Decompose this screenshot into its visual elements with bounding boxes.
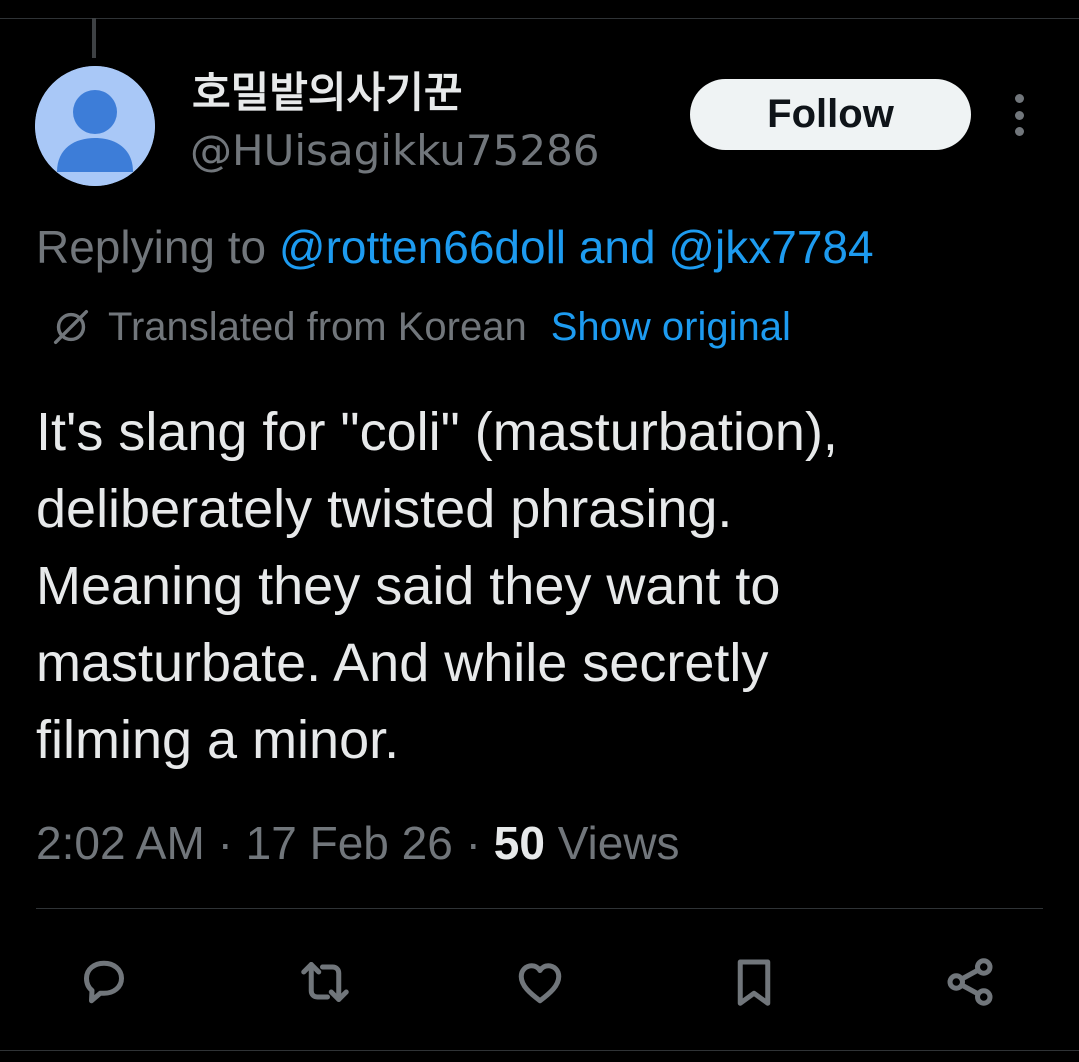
retweet-button[interactable] [293, 950, 357, 1014]
tweet-time[interactable]: 2:02 AM [36, 817, 205, 869]
bookmark-icon [737, 959, 771, 1006]
retweet-icon [301, 962, 349, 1002]
reply-button[interactable] [72, 950, 136, 1014]
share-icon [947, 958, 993, 1006]
show-original-link[interactable]: Show original [551, 305, 791, 350]
bookmark-button[interactable] [722, 950, 786, 1014]
tweet-text-line: masturbate. And while secretly [36, 633, 769, 693]
reply-icon [84, 960, 124, 1004]
replying-to-label: Replying to [36, 221, 267, 273]
mention-link[interactable]: @jkx7784 [668, 221, 873, 273]
mention-conjunction[interactable]: and [579, 221, 656, 273]
tweet-text: It's slang for "coli" (masturbation), de… [36, 394, 1046, 779]
mention-link[interactable]: @rotten66doll [279, 221, 566, 273]
tweet-text-line: Meaning they said they want to [36, 556, 781, 616]
thread-connector-line [92, 18, 96, 58]
more-vertical-icon-dot [1014, 110, 1024, 120]
tweet-date[interactable]: 17 Feb 26 [246, 817, 453, 869]
like-icon [518, 963, 562, 1004]
tweet-text-line: deliberately twisted phrasing. [36, 479, 733, 539]
top-divider [0, 18, 1079, 19]
globe-icon [53, 309, 89, 345]
follow-button[interactable]: Follow [690, 79, 971, 150]
translation-bar: Translated from Korean Show original [48, 302, 791, 352]
share-button[interactable] [938, 950, 1002, 1014]
tweet-meta: 2:02 AM · 17 Feb 26 · 50 Views [36, 815, 680, 871]
default-person-icon [35, 66, 155, 186]
views-count[interactable]: 50 [494, 817, 545, 869]
more-options-button[interactable] [1004, 94, 1034, 136]
bottom-divider [0, 1050, 1079, 1051]
translated-from-label: Translated from Korean [108, 304, 527, 349]
views-label[interactable]: Views [558, 817, 680, 869]
meta-separator: · [217, 817, 233, 869]
more-vertical-icon [1014, 94, 1024, 103]
more-vertical-icon-dot [1014, 127, 1024, 136]
meta-separator: · [465, 817, 481, 869]
replying-to-line: Replying to @rotten66doll and @jkx7784 [36, 219, 874, 275]
actions-divider [36, 908, 1043, 909]
display-name[interactable]: 호밀밭의사기꾼 [192, 68, 462, 118]
tweet-text-line: filming a minor. [36, 710, 400, 770]
avatar[interactable] [35, 66, 155, 186]
like-button[interactable] [508, 950, 572, 1014]
tweet-text-line: It's slang for "coli" (masturbation), [36, 402, 838, 462]
user-handle[interactable]: @HUisagikku75286 [190, 125, 600, 177]
